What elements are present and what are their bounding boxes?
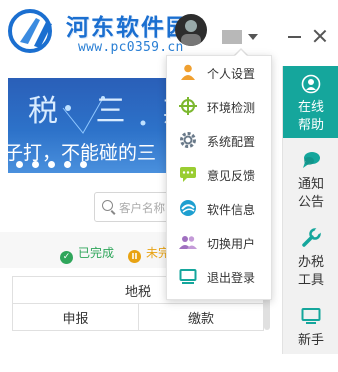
monitor-icon: [301, 308, 321, 324]
minimize-icon[interactable]: [287, 28, 303, 44]
logo-mark-icon: [8, 9, 52, 53]
user-icon: [181, 64, 195, 80]
side-item-beginner[interactable]: 新手: [283, 300, 338, 372]
carousel-dot[interactable]: [32, 161, 39, 168]
check-circle-icon: ✓: [60, 251, 73, 264]
swirl-icon: [180, 200, 196, 216]
side-item-label: 工具: [297, 273, 324, 288]
menu-item-label: 系统配置: [207, 135, 256, 149]
menu-item-logout[interactable]: 退出登录: [167, 261, 271, 291]
search-placeholder: 客户名称: [119, 201, 165, 215]
menu-item-label: 切换用户: [207, 237, 256, 251]
crosshair-icon: [179, 97, 197, 115]
menu-item-label: 意见反馈: [207, 169, 256, 183]
carousel-dot[interactable]: [16, 161, 23, 168]
menu-item-label: 个人设置: [207, 67, 256, 81]
pause-circle-icon: II: [128, 250, 141, 263]
logo-text: 河东软件园: [66, 15, 191, 41]
table-subheader-row: 申报 缴款: [12, 303, 264, 331]
chat-bubble-icon: [303, 152, 320, 168]
banner-title: 税 三 期: [28, 94, 178, 129]
menu-item-personal-settings[interactable]: 个人设置: [167, 57, 271, 87]
gear-icon: [180, 132, 196, 148]
side-item-label: 帮助: [297, 118, 324, 133]
wrench-icon: [302, 228, 321, 247]
headset-icon: [301, 74, 321, 94]
title-bar: 河东软件园 www.pc0359.cn: [0, 0, 338, 62]
avatar[interactable]: [175, 14, 207, 46]
chevron-down-icon[interactable]: [248, 34, 258, 40]
side-panel: 在线 帮助 通知 公告 办税 工具 新手: [282, 66, 338, 354]
chat-icon: [180, 167, 196, 182]
menu-item-label: 退出登录: [207, 271, 256, 285]
users-icon: [179, 236, 197, 249]
search-icon: [102, 200, 113, 211]
side-item-online-help[interactable]: 在线 帮助: [283, 66, 338, 138]
side-item-label: 在线: [297, 100, 324, 115]
carousel-dot[interactable]: [64, 161, 71, 168]
side-item-label: 通知: [297, 177, 324, 192]
carousel-dot[interactable]: [48, 161, 55, 168]
menu-item-system-config[interactable]: 系统配置: [167, 125, 271, 155]
side-item-notice[interactable]: 通知 公告: [283, 144, 338, 216]
logo-url: www.pc0359.cn: [78, 40, 184, 55]
menu-item-env-check[interactable]: 环境检测: [167, 91, 271, 121]
username-redacted[interactable]: [222, 30, 242, 44]
legend-done: ✓ 已完成: [60, 244, 114, 264]
table-col-payment: 缴款: [138, 303, 264, 331]
user-dropdown-menu: 个人设置 环境检测 系统配置 意见反馈 软件信息 切换用户 退出登录: [166, 55, 272, 300]
menu-item-label: 软件信息: [207, 203, 256, 217]
side-item-tax-tools[interactable]: 办税 工具: [283, 222, 338, 294]
monitor-icon: [179, 269, 197, 284]
legend-pending: II 未完: [128, 244, 170, 263]
side-item-label: 公告: [297, 195, 324, 210]
close-icon[interactable]: [312, 28, 328, 44]
banner-carousel[interactable]: 税 三 期 子打，不能碰的三: [8, 78, 178, 173]
menu-item-software-info[interactable]: 软件信息: [167, 193, 271, 223]
table-col-declare: 申报: [12, 303, 139, 331]
menu-item-switch-user[interactable]: 切换用户: [167, 227, 271, 257]
side-item-label: 新手: [297, 333, 324, 348]
legend-done-label: 已完成: [78, 246, 115, 260]
menu-item-feedback[interactable]: 意见反馈: [167, 159, 271, 189]
carousel-dot[interactable]: [80, 161, 87, 168]
menu-pointer-inner: [235, 50, 247, 56]
client-search-input[interactable]: 客户名称: [94, 192, 174, 222]
side-item-label: 办税: [297, 255, 324, 270]
menu-item-label: 环境检测: [207, 101, 256, 115]
